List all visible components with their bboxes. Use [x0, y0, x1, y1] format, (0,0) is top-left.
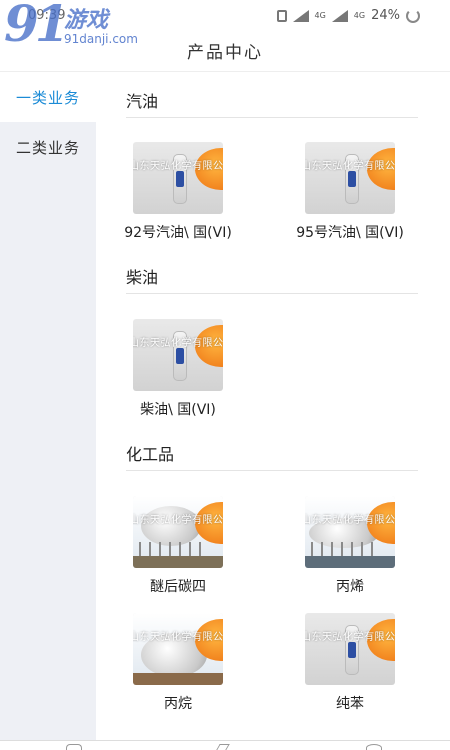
category-sidebar: 一类业务 二类业务	[0, 72, 96, 740]
system-nav-bar	[0, 740, 450, 750]
sidebar-item-category-2[interactable]: 二类业务	[0, 122, 96, 172]
signal-icon	[292, 9, 309, 22]
network-type-2: 4G	[353, 11, 366, 20]
product-card[interactable]: 山东天弘化学有限公司 95号汽油\ 国(VI)	[280, 142, 420, 242]
product-image: 山东天弘化学有限公司	[305, 142, 395, 214]
sidebar-item-label: 一类业务	[15, 88, 80, 107]
section-divider	[126, 117, 418, 118]
sidebar-item-label: 二类业务	[15, 138, 80, 157]
image-watermark-text: 山东天弘化学有限公司	[133, 632, 223, 643]
product-name: 纯苯	[336, 696, 364, 712]
image-watermark-text: 山东天弘化学有限公司	[133, 338, 223, 349]
product-image: 山东天弘化学有限公司	[305, 496, 395, 568]
product-card[interactable]: 山东天弘化学有限公司 纯苯	[280, 613, 420, 713]
battery-icon	[406, 8, 420, 23]
product-image: 山东天弘化学有限公司	[133, 613, 223, 685]
product-name: 92号汽油\ 国(VI)	[124, 225, 232, 241]
image-watermark-text: 山东天弘化学有限公司	[133, 515, 223, 526]
product-name: 丙烯	[336, 579, 364, 595]
section-title-diesel: 柴油	[126, 268, 159, 287]
nav-recent-icon[interactable]	[366, 744, 382, 750]
nav-back-icon[interactable]	[216, 744, 230, 750]
product-image: 山东天弘化学有限公司	[133, 319, 223, 391]
section-divider	[126, 470, 418, 471]
app-header: 产品中心	[0, 30, 450, 72]
section-title-gasoline: 汽油	[126, 92, 159, 111]
image-watermark-text: 山东天弘化学有限公司	[133, 161, 223, 172]
product-name: 柴油\ 国(VI)	[140, 402, 216, 418]
status-bar: 09:39 4G 4G 24%	[0, 0, 450, 30]
section-title-chemicals: 化工品	[126, 445, 175, 464]
status-icons: 4G 4G 24%	[276, 8, 420, 23]
signal-icon	[331, 9, 348, 22]
product-card[interactable]: 山东天弘化学有限公司 丙烷	[108, 613, 248, 713]
section-divider	[126, 293, 418, 294]
product-card[interactable]: 山东天弘化学有限公司 柴油\ 国(VI)	[108, 319, 248, 419]
product-name: 醚后碳四	[150, 579, 206, 595]
sidebar-item-category-1[interactable]: 一类业务	[0, 72, 96, 122]
product-card[interactable]: 山东天弘化学有限公司 醚后碳四	[108, 496, 248, 596]
product-image: 山东天弘化学有限公司	[133, 142, 223, 214]
nav-home-icon[interactable]	[66, 744, 82, 750]
battery-percent: 24%	[371, 8, 400, 23]
page-title: 产品中心	[187, 43, 263, 63]
vibrate-icon	[276, 9, 287, 22]
image-watermark-text: 山东天弘化学有限公司	[305, 161, 395, 172]
product-card[interactable]: 山东天弘化学有限公司 丙烯	[280, 496, 420, 596]
product-image: 山东天弘化学有限公司	[305, 613, 395, 685]
network-type-1: 4G	[314, 11, 326, 20]
product-image: 山东天弘化学有限公司	[133, 496, 223, 568]
photo-ground	[305, 556, 395, 568]
product-card[interactable]: 山东天弘化学有限公司 92号汽油\ 国(VI)	[108, 142, 248, 242]
product-list: 汽油 山东天弘化学有限公司 92号汽油\ 国(VI) 山东天弘化学有限公司 95…	[96, 72, 450, 740]
photo-ground	[133, 556, 223, 568]
product-name: 95号汽油\ 国(VI)	[296, 225, 404, 241]
photo-ground	[133, 673, 223, 685]
status-time: 09:39	[28, 8, 66, 23]
product-name: 丙烷	[164, 696, 192, 712]
image-watermark-text: 山东天弘化学有限公司	[305, 515, 395, 526]
image-watermark-text: 山东天弘化学有限公司	[305, 632, 395, 643]
